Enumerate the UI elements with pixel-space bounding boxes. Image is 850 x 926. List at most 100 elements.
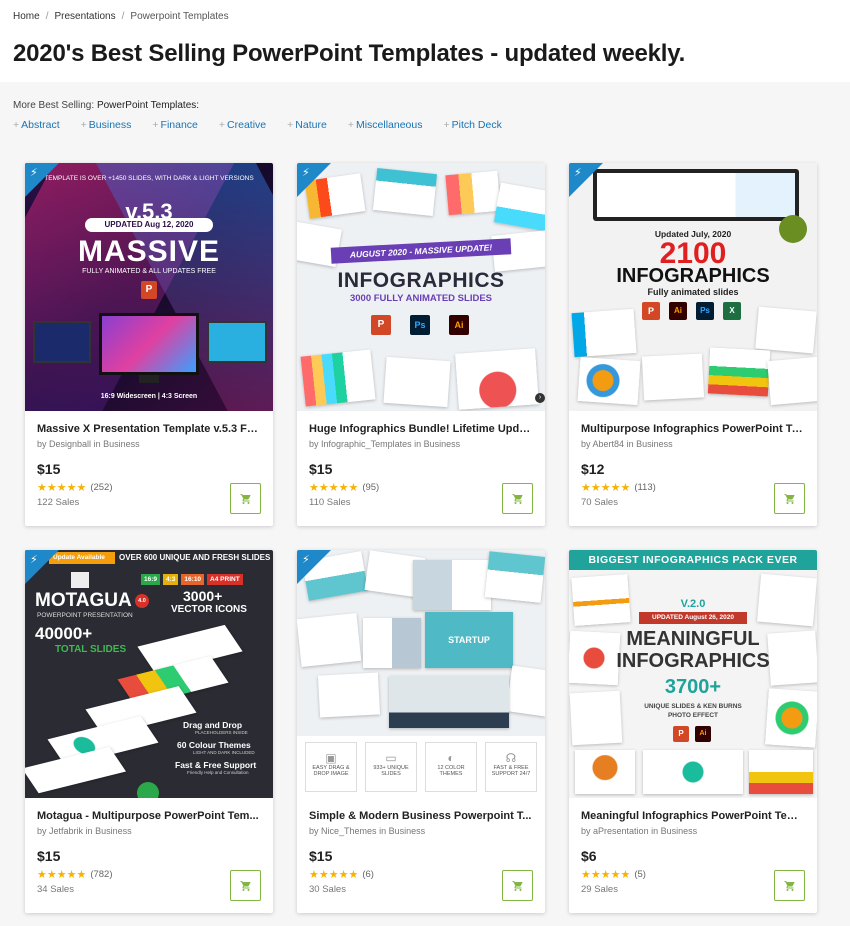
product-card[interactable]: ⚡ TEMPLATE IS OVER +1450 SLIDES, WITH DA… <box>25 163 273 526</box>
slide-preview <box>755 306 817 354</box>
product-rating: ★★★★★ (782) <box>37 868 261 881</box>
product-category[interactable]: Business <box>661 826 698 836</box>
add-to-cart-button[interactable] <box>774 870 805 901</box>
slide-preview <box>445 170 501 216</box>
feature-drag-drop-sub: PLACEHOLDERS INSIDE <box>195 730 248 735</box>
add-to-cart-button[interactable] <box>502 483 533 514</box>
byline-by: by <box>37 826 47 836</box>
headset-icon: ☊ <box>505 751 517 765</box>
thumb-banner: TEMPLATE IS OVER +1450 SLIDES, WITH DARK… <box>44 175 254 182</box>
category-link-miscellaneous[interactable]: + Miscellaneous <box>348 119 423 131</box>
feature-tile: ☊ FAST & FREE SUPPORT 24/7 <box>485 742 537 792</box>
thumb-updated-badge: UPDATED August 26, 2020 <box>639 612 747 624</box>
thumb-headline: INFOGRAPHICS <box>616 265 770 287</box>
category-link-abstract[interactable]: + Abstract <box>13 119 60 131</box>
product-author[interactable]: Designball <box>49 439 91 449</box>
byline-by: by <box>581 439 591 449</box>
excel-icon: X <box>723 302 741 320</box>
product-category[interactable]: Business <box>95 826 132 836</box>
category-label: Abstract <box>21 119 60 131</box>
monitor-stand <box>139 375 159 383</box>
product-card[interactable]: ⚡ Updated July, 2020 2100 INFOGRAPHICS F… <box>569 163 817 526</box>
thumb-footer: 16:9 Widescreen | 4:3 Screen <box>100 393 198 400</box>
add-to-cart-button[interactable] <box>774 483 805 514</box>
product-info: Simple & Modern Business Powerpoint T...… <box>297 798 545 913</box>
thumb-subtitle: POWERPOINT PRESENTATION <box>37 612 133 619</box>
product-info: Motagua - Multipurpose PowerPoint Tem...… <box>25 798 273 913</box>
slide-preview <box>372 167 438 217</box>
plus-icon: + <box>443 119 450 131</box>
building-icon <box>71 572 89 588</box>
thumb-subtitle: Fully animated slides <box>647 287 739 297</box>
product-card[interactable]: ⚡ AUGUST 2020 - MASSIVE UPDATE! INFOGRAP… <box>297 163 545 526</box>
slides-label: TOTAL SLIDES <box>55 644 127 655</box>
slides-count: 40000+ <box>35 624 93 643</box>
product-thumbnail[interactable]: ⚡ TEMPLATE IS OVER +1450 SLIDES, WITH DA… <box>25 163 273 411</box>
product-thumbnail[interactable]: ⚡ STARTUP ▣ EASY DRAG & DROP IMAGE ▭ 933+ … <box>297 550 545 798</box>
product-title[interactable]: Huge Infographics Bundle! Lifetime Upda.… <box>309 423 533 435</box>
product-title[interactable]: Multipurpose Infographics PowerPoint Te.… <box>581 423 805 435</box>
slide-preview <box>207 321 267 363</box>
product-title[interactable]: Simple & Modern Business Powerpoint T... <box>309 810 533 822</box>
product-rating: ★★★★★ (113) <box>581 481 805 494</box>
product-thumbnail[interactable]: BIGGEST INFOGRAPHICS PACK EVER V.2.0 UPD… <box>569 550 817 798</box>
category-link-finance[interactable]: + Finance <box>152 119 198 131</box>
product-author[interactable]: aPresentation <box>593 826 649 836</box>
thumb-subtitle: UNIQUE SLIDES & KEN BURNS PHOTO EFFECT <box>644 703 742 719</box>
product-card[interactable]: BIGGEST INFOGRAPHICS PACK EVER V.2.0 UPD… <box>569 550 817 913</box>
category-link-pitch-deck[interactable]: + Pitch Deck <box>444 119 502 131</box>
product-author[interactable]: Infographic_Templates <box>321 439 412 449</box>
byline-by: by <box>37 439 47 449</box>
category-label: Nature <box>295 119 327 131</box>
product-rating: ★★★★★ (252) <box>37 481 261 494</box>
cart-icon <box>240 880 250 891</box>
category-link-nature[interactable]: + Nature <box>287 119 327 131</box>
product-price: $15 <box>309 461 333 477</box>
product-title[interactable]: Motagua - Multipurpose PowerPoint Tem... <box>37 810 261 822</box>
feature-colour-themes: 60 Colour Themes <box>177 740 251 750</box>
product-thumbnail[interactable]: ⚡ Updated July, 2020 2100 INFOGRAPHICS F… <box>569 163 817 411</box>
product-category[interactable]: Business <box>103 439 140 449</box>
add-to-cart-button[interactable] <box>502 870 533 901</box>
product-thumbnail[interactable]: ⚡ AUGUST 2020 - MASSIVE UPDATE! INFOGRAP… <box>297 163 545 411</box>
ratio-badge: A4 PRINT <box>207 574 243 585</box>
cart-icon <box>784 880 794 891</box>
product-title[interactable]: Massive X Presentation Template v.5.3 Fu… <box>37 423 261 435</box>
category-label: Pitch Deck <box>451 119 502 131</box>
more-best-selling: More Best Selling: PowerPoint Templates: <box>13 100 837 111</box>
thumb-banner: BIGGEST INFOGRAPHICS PACK EVER <box>569 550 817 570</box>
slide-preview <box>300 349 376 407</box>
product-thumbnail[interactable]: ⚡ Update Available OVER 600 UNIQUE AND F… <box>25 550 273 798</box>
breadcrumb-home[interactable]: Home <box>13 11 40 22</box>
category-link-creative[interactable]: + Creative <box>219 119 266 131</box>
chevron-right-icon[interactable]: › <box>535 393 545 403</box>
plus-icon: + <box>218 119 226 131</box>
add-to-cart-button[interactable] <box>230 483 261 514</box>
category-label: Creative <box>227 119 267 131</box>
sales-count: 29 Sales <box>581 884 618 895</box>
byline-in: in <box>85 826 93 836</box>
product-author[interactable]: Nice_Themes <box>321 826 377 836</box>
cart-icon <box>512 493 522 504</box>
product-category[interactable]: Business <box>636 439 673 449</box>
plus-icon: + <box>13 119 20 131</box>
breadcrumb-presentations[interactable]: Presentations <box>54 11 115 22</box>
add-to-cart-button[interactable] <box>230 870 261 901</box>
page-title: 2020's Best Selling PowerPoint Templates… <box>13 40 686 67</box>
product-category[interactable]: Business <box>389 826 426 836</box>
product-author[interactable]: Abert84 <box>593 439 625 449</box>
product-title[interactable]: Meaningful Infographics PowerPoint Tem..… <box>581 810 805 822</box>
product-card[interactable]: ⚡ Update Available OVER 600 UNIQUE AND F… <box>25 550 273 913</box>
slide-preview <box>455 348 539 410</box>
category-link-business[interactable]: + Business <box>81 119 132 131</box>
review-count: (782) <box>90 869 113 880</box>
icons-count: 3000+ <box>183 588 223 604</box>
product-author[interactable]: Jetfabrik <box>49 826 83 836</box>
lightning-icon: ⚡ <box>30 167 38 179</box>
product-card[interactable]: ⚡ STARTUP ▣ EASY DRAG & DROP IMAGE ▭ 933+ … <box>297 550 545 913</box>
sales-count: 34 Sales <box>37 884 74 895</box>
version-badge: 4.0 <box>135 594 149 608</box>
monitor-frame <box>593 169 799 221</box>
star-rating-icon: ★★★★★ <box>37 482 87 494</box>
product-category[interactable]: Business <box>424 439 461 449</box>
